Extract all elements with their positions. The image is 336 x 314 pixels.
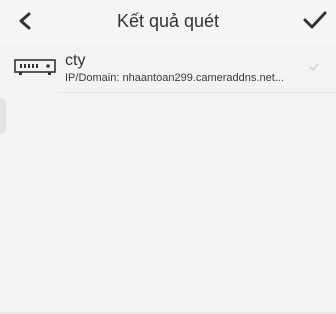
- select-check-icon[interactable]: [308, 61, 320, 73]
- dvr-recorder-icon: [14, 59, 56, 75]
- scan-results-list: cty IP/Domain: nhaantoan299.cameraddns.n…: [0, 44, 336, 314]
- edge-scroll-handle[interactable]: [0, 98, 6, 134]
- row-divider: [58, 92, 336, 93]
- checkmark-icon: [303, 11, 327, 29]
- device-list-item[interactable]: cty IP/Domain: nhaantoan299.cameraddns.n…: [0, 44, 336, 92]
- device-address: IP/Domain: nhaantoan299.cameraddns.net..…: [65, 72, 284, 84]
- confirm-button[interactable]: [300, 6, 330, 34]
- top-bar: Kết quả quét: [0, 0, 336, 44]
- device-name: cty: [65, 52, 86, 69]
- page-title: Kết quả quét: [116, 11, 220, 31]
